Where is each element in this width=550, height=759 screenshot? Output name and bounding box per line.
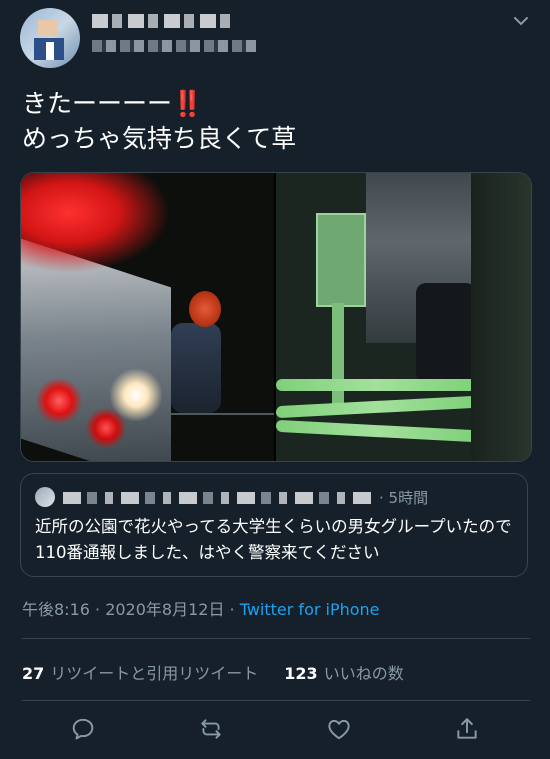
retweet-icon[interactable] xyxy=(198,716,228,746)
photo-shape xyxy=(276,379,476,391)
avatar-mosaic-shirt xyxy=(46,42,54,60)
double-exclamation-icon: ‼️ xyxy=(172,89,204,118)
photo-shape xyxy=(416,283,476,383)
divider xyxy=(22,638,530,639)
reply-icon[interactable] xyxy=(70,716,100,746)
tweet-source-link[interactable]: Twitter for iPhone xyxy=(240,600,380,619)
photo-shape xyxy=(171,323,221,413)
retweets-count: 27 xyxy=(22,664,45,683)
photo-shape xyxy=(189,291,221,327)
author-handle-redacted[interactable] xyxy=(92,40,257,52)
photo-shape xyxy=(171,413,274,461)
action-bar xyxy=(0,716,550,750)
quoted-tweet[interactable]: · 5時間 近所の公園で花火やってる大学生くらいの男女グループいたので110番通… xyxy=(20,473,528,577)
heart-icon[interactable] xyxy=(326,716,356,746)
tweet-text: きたーーーー‼️ めっちゃ気持ち良くて草 xyxy=(22,86,522,156)
photo-park-fence[interactable] xyxy=(276,173,531,461)
retweets-stat[interactable]: 27 リツイートと引用リツイート xyxy=(22,664,258,683)
divider xyxy=(22,700,530,701)
photo-shape xyxy=(316,213,366,307)
quoted-author-avatar xyxy=(35,487,55,507)
photo-police-car[interactable] xyxy=(21,173,274,461)
photo-shape xyxy=(109,368,163,422)
photo-shape xyxy=(471,173,531,461)
quoted-time: · 5時間 xyxy=(379,489,429,507)
quoted-author-redacted xyxy=(63,492,375,504)
quoted-text: 近所の公園で花火やってる大学生くらいの男女グループいたので110番通報しました、… xyxy=(35,517,512,562)
likes-count: 123 xyxy=(284,664,318,683)
author-name-redacted[interactable] xyxy=(92,14,232,28)
photo-shape xyxy=(332,303,344,413)
tweet-stats: 27 リツイートと引用リツイート 123 いいねの数 xyxy=(22,660,404,684)
author-avatar[interactable] xyxy=(20,8,80,68)
photo-shape xyxy=(276,395,476,419)
tweet-text-line2: めっちゃ気持ち良くて草 xyxy=(22,124,297,153)
photo-shape xyxy=(21,173,171,273)
tweet-text-line1: きたーーーー xyxy=(22,89,173,118)
tweet-timestamp[interactable]: 午後8:16 · 2020年8月12日 · xyxy=(22,600,240,619)
avatar-mosaic-face xyxy=(38,20,58,36)
share-icon[interactable] xyxy=(454,716,484,746)
tweet-meta: 午後8:16 · 2020年8月12日 · Twitter for iPhone xyxy=(22,596,380,620)
retweets-label: リツイートと引用リツイート xyxy=(50,664,259,683)
photo-shape xyxy=(36,378,82,424)
likes-stat[interactable]: 123 いいねの数 xyxy=(284,664,403,683)
media-grid xyxy=(20,172,532,462)
photo-shape xyxy=(276,419,476,443)
chevron-down-icon[interactable] xyxy=(512,12,530,30)
likes-label: いいねの数 xyxy=(323,664,404,683)
